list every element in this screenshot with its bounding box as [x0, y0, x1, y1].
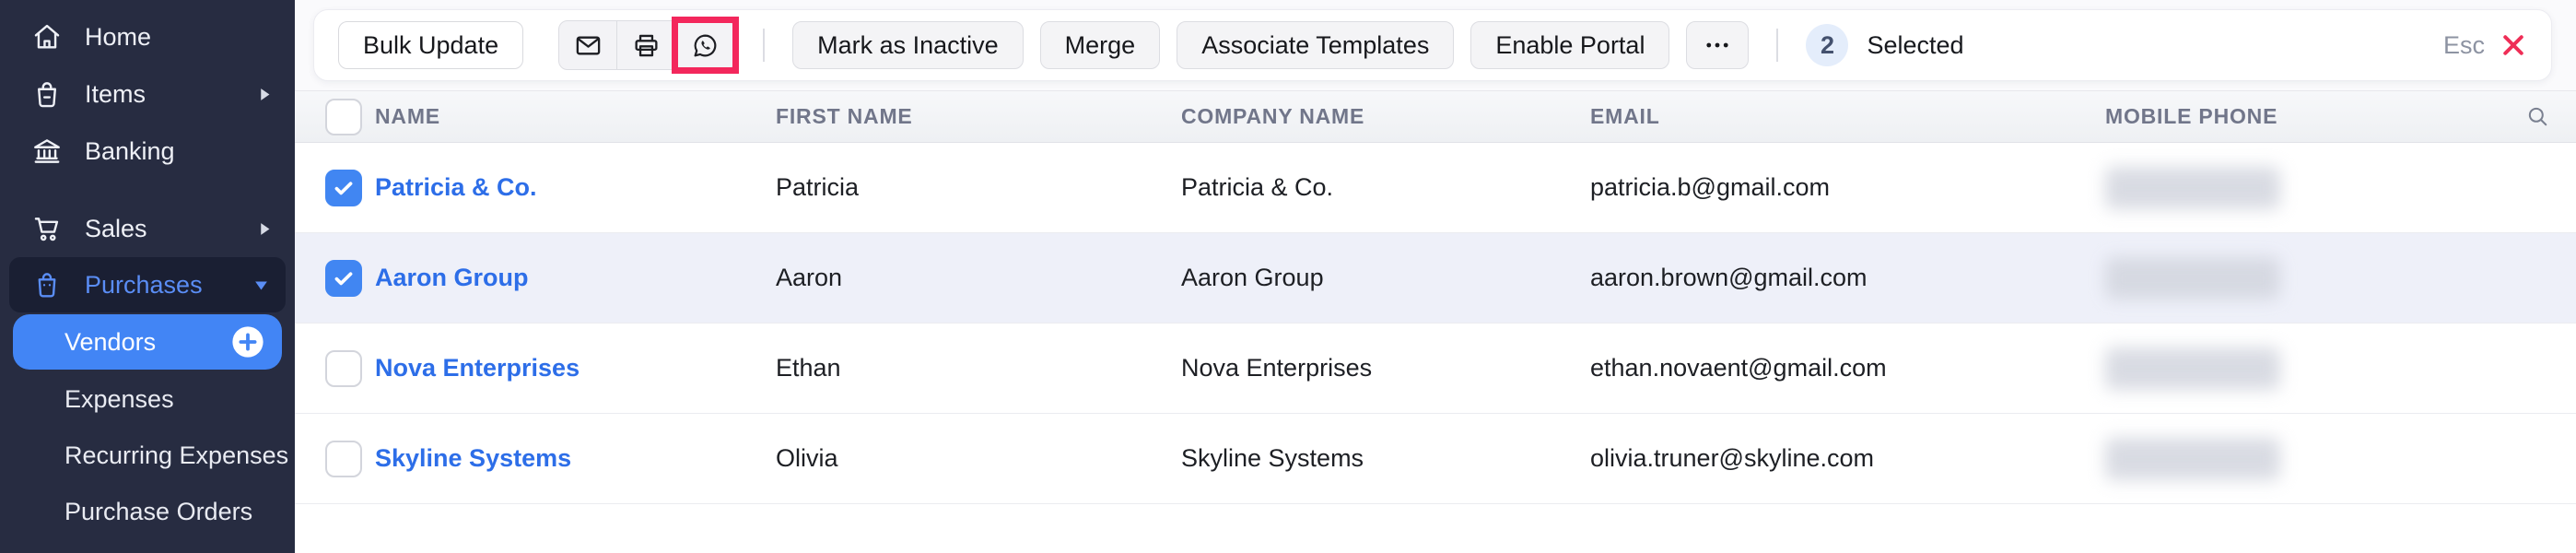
merge-button[interactable]: Merge [1040, 21, 1161, 69]
close-icon[interactable] [2500, 31, 2527, 59]
sidebar-item-banking[interactable]: Banking [0, 123, 295, 180]
sidebar-item-purchases[interactable]: Purchases [9, 257, 286, 312]
sidebar-item-purchase-orders[interactable]: Purchase Orders [0, 484, 295, 540]
sidebar-item-label: Vendors [64, 328, 156, 357]
chevron-down-icon [253, 277, 269, 293]
more-actions-button[interactable] [1686, 21, 1749, 69]
email-cell: aaron.brown@gmail.com [1590, 264, 2105, 292]
first-name-cell: Olivia [776, 444, 1181, 473]
email-cell: olivia.truner@skyline.com [1590, 444, 2105, 473]
column-header-mobile-phone[interactable]: MOBILE PHONE [2105, 104, 2492, 129]
table-row[interactable]: Skyline Systems Olivia Skyline Systems o… [295, 414, 2576, 504]
vendor-name-link[interactable]: Patricia & Co. [375, 173, 537, 201]
sidebar-item-label: Sales [85, 215, 147, 243]
bulk-update-button[interactable]: Bulk Update [338, 21, 523, 69]
company-name-cell: Nova Enterprises [1181, 354, 1590, 382]
first-name-cell: Aaron [776, 264, 1181, 292]
toolbar-divider [763, 29, 765, 62]
sidebar-item-sales[interactable]: Sales [0, 200, 295, 257]
sidebar-item-label: Purchase Orders [64, 498, 252, 526]
shopping-bag-icon [31, 78, 63, 110]
company-name-cell: Patricia & Co. [1181, 173, 1590, 202]
mail-icon [574, 31, 603, 60]
row-checkbox[interactable] [325, 441, 362, 477]
sidebar-item-label: Banking [85, 137, 175, 166]
table-row[interactable]: Patricia & Co. Patricia Patricia & Co. p… [295, 143, 2576, 233]
mark-as-inactive-button[interactable]: Mark as Inactive [792, 21, 1024, 69]
whatsapp-icon [691, 31, 720, 60]
app-root: Home Items Banking Sales [0, 0, 2576, 553]
sidebar-item-expenses[interactable]: Expenses [0, 371, 295, 428]
column-header-email[interactable]: EMAIL [1590, 104, 2105, 129]
first-name-cell: Ethan [776, 354, 1181, 382]
whatsapp-button[interactable] [676, 20, 735, 70]
selected-count-badge: 2 [1806, 24, 1848, 66]
dismiss-area: Esc [2443, 31, 2527, 60]
associate-templates-button[interactable]: Associate Templates [1177, 21, 1454, 69]
purchases-bag-icon [31, 269, 63, 300]
chevron-right-icon [257, 87, 273, 102]
toolbar-strip: Bulk Update [295, 0, 2576, 90]
bank-icon [31, 135, 63, 167]
first-name-cell: Patricia [776, 173, 1181, 202]
cart-icon [31, 213, 63, 244]
vendor-name-link[interactable]: Aaron Group [375, 264, 529, 291]
action-buttons: Mark as Inactive Merge Associate Templat… [792, 21, 1749, 69]
send-icons-group [558, 20, 735, 70]
email-cell: ethan.novaent@gmail.com [1590, 354, 2105, 382]
sidebar-item-items[interactable]: Items [0, 65, 295, 123]
company-name-cell: Skyline Systems [1181, 444, 1590, 473]
sidebar-item-label: Home [85, 23, 151, 52]
main-content: Bulk Update [295, 0, 2576, 553]
row-checkbox[interactable] [325, 170, 362, 206]
selected-label: Selected [1867, 31, 1963, 60]
home-icon [31, 21, 63, 53]
sidebar: Home Items Banking Sales [0, 0, 295, 553]
vendor-name-link[interactable]: Skyline Systems [375, 444, 571, 472]
vendor-name-link[interactable]: Nova Enterprises [375, 354, 580, 382]
sidebar-item-label: Expenses [64, 385, 174, 414]
email-cell: patricia.b@gmail.com [1590, 173, 2105, 202]
row-checkbox[interactable] [325, 350, 362, 387]
esc-label: Esc [2443, 31, 2485, 60]
sidebar-item-recurring-expenses[interactable]: Recurring Expenses [0, 428, 295, 484]
ellipsis-icon [1702, 29, 1733, 61]
plus-circle-icon[interactable] [230, 324, 265, 359]
vendors-table: Patricia & Co. Patricia Patricia & Co. p… [295, 143, 2576, 553]
redacted-phone [2105, 438, 2280, 480]
column-header-first-name[interactable]: FIRST NAME [776, 104, 1181, 129]
column-header-company-name[interactable]: COMPANY NAME [1181, 104, 1590, 129]
sidebar-item-label: Items [85, 80, 146, 109]
sidebar-item-label: Purchases [85, 271, 203, 300]
enable-portal-button[interactable]: Enable Portal [1470, 21, 1669, 69]
search-icon[interactable] [2525, 104, 2550, 129]
redacted-phone [2105, 347, 2280, 390]
table-header: NAME FIRST NAME COMPANY NAME EMAIL MOBIL… [295, 90, 2576, 143]
chevron-right-icon [257, 221, 273, 237]
print-button[interactable] [617, 20, 676, 70]
mail-button[interactable] [558, 20, 617, 70]
column-header-name[interactable]: NAME [375, 104, 776, 129]
sidebar-item-home[interactable]: Home [0, 8, 295, 65]
redacted-phone [2105, 167, 2280, 209]
redacted-phone [2105, 257, 2280, 300]
table-row[interactable]: Nova Enterprises Ethan Nova Enterprises … [295, 324, 2576, 414]
table-row[interactable]: Aaron Group Aaron Aaron Group aaron.brow… [295, 233, 2576, 324]
print-icon [632, 31, 661, 60]
sidebar-item-label: Recurring Expenses [64, 441, 288, 470]
select-all-checkbox[interactable] [325, 99, 362, 135]
sidebar-item-vendors-selected[interactable]: Vendors [13, 314, 282, 370]
bulk-actions-toolbar: Bulk Update [313, 9, 2552, 81]
toolbar-divider [1776, 29, 1778, 62]
company-name-cell: Aaron Group [1181, 264, 1590, 292]
row-checkbox[interactable] [325, 260, 362, 297]
